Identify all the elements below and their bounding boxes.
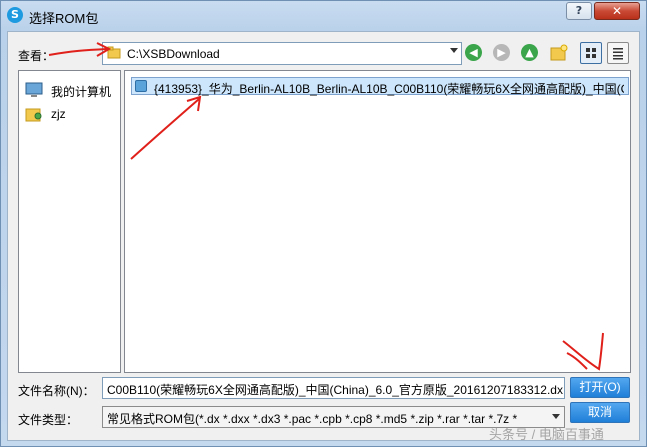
up-folder-button[interactable]: ▲ <box>520 43 540 63</box>
filetype-value: 常见格式ROM包(*.dx *.dxx *.dx3 *.pac *.cpb *.… <box>107 412 518 426</box>
look-in-combobox[interactable]: C:\XSBDownload <box>102 42 462 65</box>
dialog-title: 选择ROM包 <box>29 11 99 26</box>
sidebar-item-my-computer[interactable]: 我的计算机 <box>25 79 117 101</box>
filename-field[interactable]: C00B110(荣耀畅玩6X全网通高配版)_中国(China)_6.0_官方原版… <box>102 377 565 399</box>
view-list-button[interactable] <box>607 42 629 64</box>
list-item[interactable]: {413953}_华为_Berlin-AL10B_Berlin-AL10B_C0… <box>131 77 629 96</box>
forward-button[interactable]: ▶ <box>492 43 512 63</box>
open-button[interactable]: 打开(O) <box>570 377 630 398</box>
title-bar[interactable]: S 选择ROM包 ? ✕ <box>1 1 646 31</box>
help-button[interactable]: ? <box>566 2 592 20</box>
folder-icon <box>107 46 121 59</box>
view-list-icon <box>613 48 623 60</box>
rom-file-icon <box>135 80 147 92</box>
cancel-button[interactable]: 取消 <box>570 402 630 423</box>
file-list: {413953}_华为_Berlin-AL10B_Berlin-AL10B_C0… <box>124 70 631 373</box>
watermark: 头条号 / 电脑百事通 <box>489 427 604 442</box>
look-in-label: 查看： <box>18 49 55 63</box>
forward-icon: ▶ <box>493 44 510 61</box>
close-button[interactable]: ✕ <box>594 2 640 20</box>
new-folder-icon <box>550 44 568 61</box>
computer-icon <box>25 82 43 97</box>
back-button[interactable]: ◀ <box>464 43 484 63</box>
file-dialog-window: S 选择ROM包 ? ✕ 查看： C:\XSBDownload ◀ ▶ ▲ 我的… <box>0 0 647 447</box>
chevron-down-icon[interactable] <box>552 414 560 419</box>
current-path: C:\XSBDownload <box>127 47 220 61</box>
view-details-icon <box>586 48 596 58</box>
view-details-button[interactable] <box>580 42 602 64</box>
back-icon: ◀ <box>465 44 482 61</box>
user-folder-icon <box>25 108 42 122</box>
file-name: {413953}_华为_Berlin-AL10B_Berlin-AL10B_C0… <box>154 82 624 96</box>
places-sidebar: 我的计算机 zjz <box>18 70 121 373</box>
filetype-label: 文件类型： <box>18 413 79 427</box>
chevron-down-icon[interactable] <box>450 48 458 53</box>
up-folder-icon: ▲ <box>521 44 538 61</box>
app-logo-icon: S <box>7 7 23 23</box>
filename-label: 文件名称(N)： <box>18 384 95 398</box>
sidebar-item-zjz[interactable]: zjz <box>25 103 117 125</box>
new-folder-button[interactable] <box>549 43 569 63</box>
sidebar-item-label: zjz <box>51 107 66 121</box>
sidebar-item-label: 我的计算机 <box>51 85 112 99</box>
dialog-body: 查看： C:\XSBDownload ◀ ▶ ▲ 我的计算机 zjz {4139… <box>7 31 640 441</box>
